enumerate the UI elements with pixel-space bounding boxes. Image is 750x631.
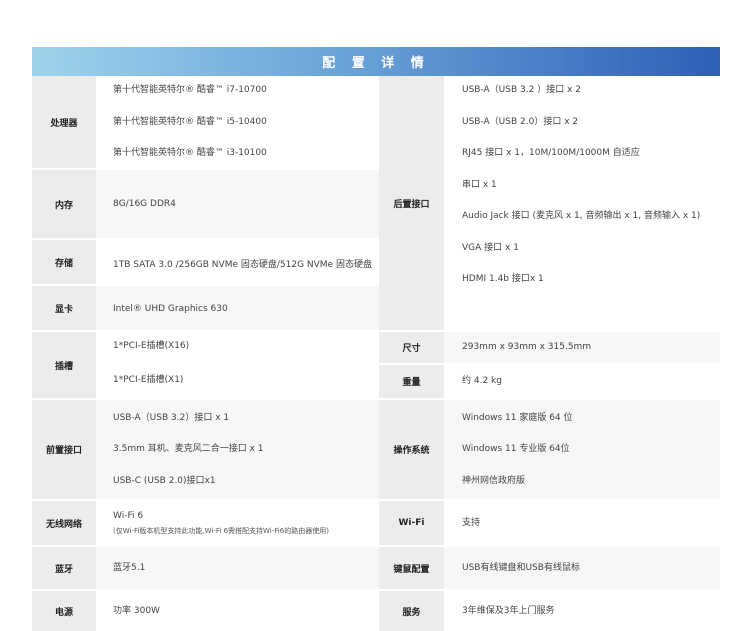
cpu-label-text: 处理器 <box>50 118 78 129</box>
service-text: 3年维保及3年上门服务 <box>462 606 555 616</box>
weight-text: 约 4.2 kg <box>462 376 502 386</box>
rear-ports-label-text: 后置接口 <box>393 199 430 210</box>
memory-value: 8G/16G DDR4 <box>96 170 379 238</box>
slot-x16: 1*PCI-E插槽(X16) <box>113 341 190 351</box>
wireless-label: 无线网络 <box>32 501 96 545</box>
service-label: 服务 <box>379 591 444 631</box>
gpu-label-text: 显卡 <box>54 304 73 315</box>
gpu-label: 显卡 <box>32 286 96 330</box>
memory-text: 8G/16G DDR4 <box>113 199 176 209</box>
peripherals-label: 键鼠配置 <box>379 547 444 589</box>
rear-port-vga: VGA 接口 x 1 <box>462 243 519 253</box>
rear-port-serial: 串口 x 1 <box>462 180 497 190</box>
rear-port-usb20: USB-A（USB 2.0）接口 x 2 <box>462 117 579 127</box>
gpu-text: Intel® UHD Graphics 630 <box>113 304 228 314</box>
slots-label: 插槽 <box>32 332 96 398</box>
size-label: 尺寸 <box>379 332 444 363</box>
slots-label-text: 插槽 <box>54 361 73 372</box>
memory-label: 内存 <box>32 170 96 238</box>
storage-label-text: 存储 <box>54 258 73 269</box>
wifi-text: 支持 <box>462 518 481 528</box>
os-value: Windows 11 家庭版 64 位 Windows 11 专业版 64位 神… <box>444 400 720 499</box>
size-label-text: 尺寸 <box>402 344 421 354</box>
slots-value: 1*PCI-E插槽(X16) 1*PCI-E插槽(X1) <box>96 332 379 398</box>
peripherals-label-text: 键鼠配置 <box>393 564 430 575</box>
weight-label: 重量 <box>379 365 444 398</box>
memory-label-text: 内存 <box>54 200 73 211</box>
os-option-gov: 神州网信政府版 <box>462 476 526 486</box>
size-text: 293mm x 93mm x 315.5mm <box>462 342 592 352</box>
service-label-text: 服务 <box>402 607 421 618</box>
os-label: 操作系统 <box>379 400 444 499</box>
gpu-value: Intel® UHD Graphics 630 <box>96 286 379 330</box>
power-text: 功率 300W <box>113 606 160 616</box>
peripherals-text: USB有线键盘和USB有线鼠标 <box>462 563 580 573</box>
wireless-note: (仅Wi-Fi版本机型支持此功能,Wi-Fi 6需搭配支持Wi-Fi6的路由器使… <box>113 527 329 535</box>
spec-table: 配 置 详 情 处理器 第十代智能英特尔® 酷睿™ i7-10700 第十代智能… <box>32 47 720 631</box>
os-label-text: 操作系统 <box>393 446 430 456</box>
front-port-audio: 3.5mm 耳机、麦克风二合一接口 x 1 <box>113 444 264 454</box>
bluetooth-text: 蓝牙5.1 <box>113 563 146 573</box>
wireless-value: Wi-Fi 6 (仅Wi-Fi版本机型支持此功能,Wi-Fi 6需搭配支持Wi-… <box>96 501 379 545</box>
service-value: 3年维保及3年上门服务 <box>444 591 720 631</box>
wireless-text: Wi-Fi 6 <box>113 511 144 521</box>
size-value: 293mm x 93mm x 315.5mm <box>444 332 720 363</box>
power-value: 功率 300W <box>96 591 379 631</box>
cpu-option-i7: 第十代智能英特尔® 酷睿™ i7-10700 <box>113 85 267 95</box>
front-ports-value: USB-A（USB 3.2）接口 x 1 3.5mm 耳机、麦克风二合一接口 x… <box>96 400 379 499</box>
power-label-text: 电源 <box>54 607 73 618</box>
rear-port-audio-jack: Audio Jack 接口 (麦克风 x 1, 音频输出 x 1, 音频输入 x… <box>462 211 701 221</box>
peripherals-value: USB有线键盘和USB有线鼠标 <box>444 547 720 589</box>
rear-ports-value: USB-A（USB 3.2 ）接口 x 2 USB-A（USB 2.0）接口 x… <box>444 76 720 330</box>
table-header: 配 置 详 情 <box>32 47 720 76</box>
wifi-label: Wi-Fi <box>379 501 444 545</box>
rear-port-hdmi: HDMI 1.4b 接口x 1 <box>462 274 544 284</box>
weight-value: 约 4.2 kg <box>444 365 720 398</box>
front-ports-label-text: 前置接口 <box>45 446 82 456</box>
wifi-value: 支持 <box>444 501 720 545</box>
front-port-usb-a: USB-A（USB 3.2）接口 x 1 <box>113 413 230 423</box>
rear-ports-label: 后置接口 <box>379 76 444 330</box>
storage-text: 1TB SATA 3.0 /256GB NVMe 固态硬盘/512G NVMe … <box>113 260 372 270</box>
front-port-usb-c: USB-C (USB 2.0)接口x1 <box>113 476 216 486</box>
wifi-label-text: Wi-Fi <box>398 518 425 528</box>
slot-x1: 1*PCI-E插槽(X1) <box>113 375 184 385</box>
power-label: 电源 <box>32 591 96 631</box>
cpu-value: 第十代智能英特尔® 酷睿™ i7-10700 第十代智能英特尔® 酷睿™ i5-… <box>96 76 379 168</box>
os-option-pro: Windows 11 专业版 64位 <box>462 444 570 454</box>
rear-port-rj45: RJ45 接口 x 1，10M/100M/1000M 自适应 <box>462 148 640 158</box>
table-title: 配 置 详 情 <box>322 56 430 71</box>
cpu-label: 处理器 <box>32 76 96 168</box>
table-body: 处理器 第十代智能英特尔® 酷睿™ i7-10700 第十代智能英特尔® 酷睿™… <box>32 76 720 631</box>
storage-value: 1TB SATA 3.0 /256GB NVMe 固态硬盘/512G NVMe … <box>96 240 379 284</box>
cpu-option-i3: 第十代智能英特尔® 酷睿™ i3-10100 <box>113 148 267 158</box>
front-ports-label: 前置接口 <box>32 400 96 499</box>
bluetooth-label: 蓝牙 <box>32 547 96 589</box>
cpu-option-i5: 第十代智能英特尔® 酷睿™ i5-10400 <box>113 117 267 127</box>
wireless-label-text: 无线网络 <box>45 519 82 530</box>
bluetooth-label-text: 蓝牙 <box>54 564 73 575</box>
os-option-home: Windows 11 家庭版 64 位 <box>462 413 573 423</box>
rear-port-usb32: USB-A（USB 3.2 ）接口 x 2 <box>462 85 581 95</box>
bluetooth-value: 蓝牙5.1 <box>96 547 379 589</box>
weight-label-text: 重量 <box>402 378 421 388</box>
storage-label: 存储 <box>32 240 96 284</box>
